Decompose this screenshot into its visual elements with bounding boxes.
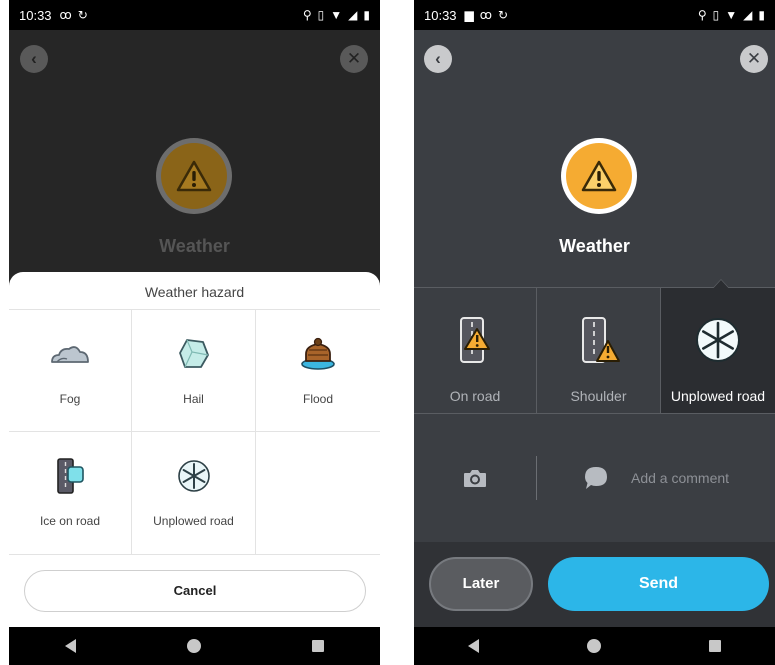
system-nav-bar — [414, 627, 775, 665]
nav-home-icon[interactable] — [587, 639, 601, 653]
option-unplowed-road[interactable]: Unplowed road — [661, 288, 775, 413]
option-label: On road — [449, 388, 501, 404]
image-icon: ▆ — [464, 8, 474, 22]
wifi-icon: ▼ — [725, 8, 738, 22]
hazard-grid: Fog Hail Flood Ice on road Unplowed road — [9, 310, 380, 555]
page-title: Weather — [159, 236, 230, 256]
hazard-unplowed-road[interactable]: Unplowed road — [132, 432, 256, 555]
chevron-left-icon: ‹ — [435, 49, 441, 68]
snowflake-icon — [695, 316, 741, 364]
hazard-flood[interactable]: Flood — [256, 310, 380, 432]
sync-icon: ↻ — [77, 8, 88, 22]
signal-icon: ◢ — [348, 8, 358, 22]
warning-icon — [581, 160, 617, 192]
page-title: Weather — [559, 236, 630, 256]
status-time: 10:33 — [424, 7, 457, 23]
hazard-label: Unplowed road — [153, 514, 234, 528]
wifi-icon: ▼ — [330, 8, 343, 22]
signal-icon: ◢ — [743, 8, 753, 22]
hazard-label: Ice on road — [39, 514, 101, 528]
speech-bubble-icon — [585, 466, 607, 489]
hazard-label: Fog — [59, 392, 81, 406]
weather-hazard-sheet: Weather hazard Fog Hail Flood Ice on roa… — [9, 272, 380, 627]
right-screen: 10:33 ▆ ꝏ ↻ ⚲ ▯ ▼ ◢ ▮ ‹ ✕ Weather On roa… — [414, 0, 775, 665]
warning-icon — [176, 160, 212, 192]
action-footer: Later Send — [414, 542, 775, 627]
hazard-hail[interactable]: Hail — [132, 310, 256, 432]
sync-icon: ↻ — [498, 8, 509, 22]
weather-category-icon — [156, 138, 232, 214]
system-nav-bar — [9, 627, 380, 665]
left-screen: 10:33 ꝏ ↻ ⚲ ▯ ▼ ◢ ▮ ‹ ✕ Weather Weather … — [9, 0, 380, 665]
nav-home-icon[interactable] — [186, 639, 201, 653]
empty-cell — [256, 432, 380, 555]
send-button[interactable]: Send — [548, 557, 769, 611]
vibrate-icon: ▯ — [712, 8, 720, 22]
option-shoulder[interactable]: Shoulder — [537, 288, 661, 413]
on-road-icon — [455, 316, 495, 364]
option-label: Unplowed road — [670, 388, 766, 404]
selection-pointer — [710, 280, 732, 292]
shoulder-icon — [577, 316, 621, 364]
vibrate-icon: ▯ — [317, 8, 325, 22]
status-bar: 10:33 ▆ ꝏ ↻ ⚲ ▯ ▼ ◢ ▮ — [414, 0, 775, 30]
cancel-button[interactable]: Cancel — [24, 570, 366, 612]
hazard-fog[interactable]: Fog — [9, 310, 132, 432]
ice-on-road-icon — [55, 458, 85, 494]
hail-icon — [177, 336, 211, 372]
close-icon: ✕ — [746, 49, 762, 68]
nav-recents-icon[interactable] — [709, 640, 721, 652]
close-button[interactable]: ✕ — [740, 45, 768, 73]
back-button[interactable]: ‹ — [424, 45, 452, 73]
comment-row: Add a comment — [414, 415, 775, 540]
location-icon: ⚲ — [302, 8, 312, 22]
unplowed-road-icon — [177, 458, 211, 494]
hazard-label: Hail — [183, 392, 204, 406]
location-icon: ⚲ — [697, 8, 707, 22]
option-on-road[interactable]: On road — [414, 288, 537, 413]
flood-icon — [299, 336, 337, 372]
status-bar: 10:33 ꝏ ↻ ⚲ ▯ ▼ ◢ ▮ — [9, 0, 380, 30]
camera-button[interactable] — [414, 467, 536, 489]
weather-category-icon — [561, 138, 637, 214]
camera-icon — [464, 469, 486, 487]
status-time: 10:33 — [19, 7, 52, 23]
option-label: Shoulder — [570, 388, 627, 404]
later-button[interactable]: Later — [429, 557, 533, 611]
battery-icon: ▮ — [363, 8, 370, 22]
hazard-label: Flood — [302, 392, 334, 406]
chevron-left-icon: ‹ — [31, 49, 37, 68]
close-icon: ✕ — [346, 49, 362, 68]
back-button[interactable]: ‹ — [20, 45, 48, 73]
close-button[interactable]: ✕ — [340, 45, 368, 73]
comment-field[interactable]: Add a comment — [583, 465, 729, 491]
comment-placeholder: Add a comment — [631, 469, 730, 486]
voicemail-icon: ꝏ — [59, 8, 72, 22]
nav-recents-icon[interactable] — [312, 640, 325, 652]
nav-back-icon[interactable] — [64, 639, 76, 653]
weather-subtype-options: On road Shoulder Unplowed road — [414, 287, 775, 414]
fog-icon — [49, 336, 91, 372]
divider — [536, 455, 537, 500]
voicemail-icon: ꝏ — [479, 8, 493, 22]
sheet-title: Weather hazard — [9, 272, 380, 310]
hazard-ice-on-road[interactable]: Ice on road — [9, 432, 132, 555]
battery-icon: ▮ — [758, 8, 765, 22]
nav-back-icon[interactable] — [468, 639, 479, 653]
